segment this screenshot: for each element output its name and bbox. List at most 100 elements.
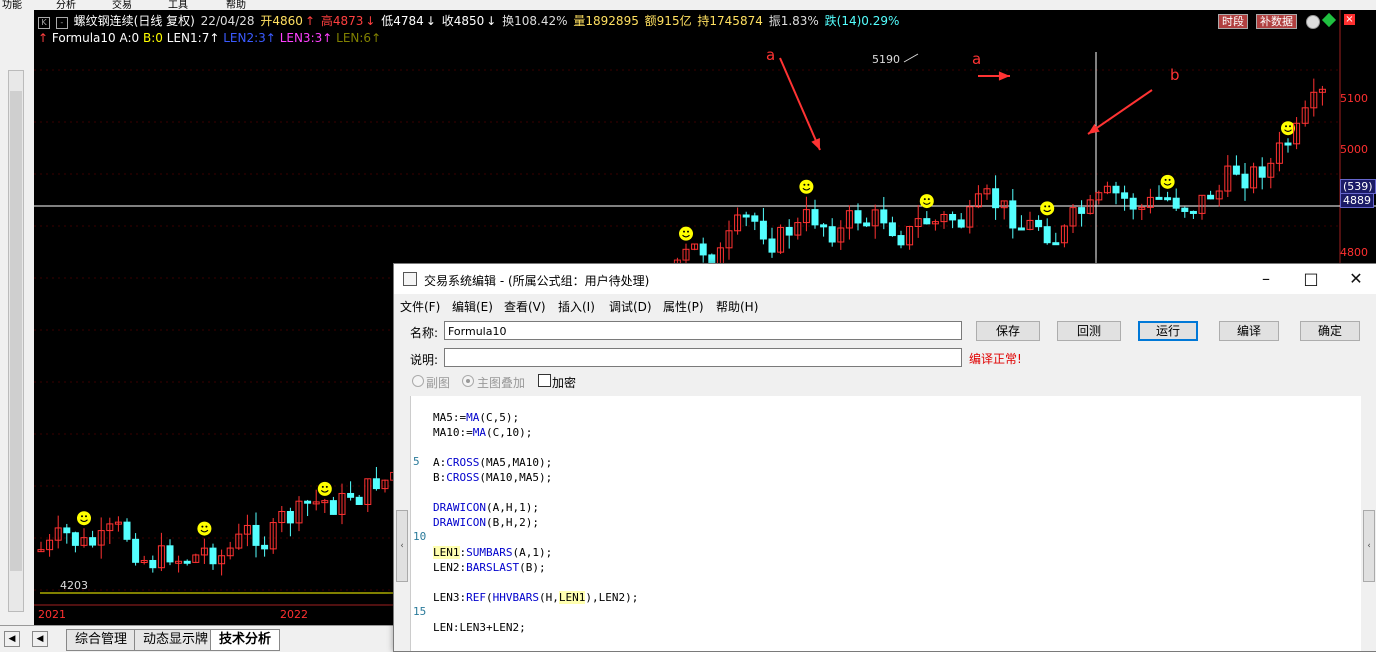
menu-properties[interactable]: 属性(P) — [663, 298, 704, 315]
run-button[interactable]: 运行 — [1138, 321, 1198, 341]
minimize-icon[interactable]: – — [1246, 266, 1286, 292]
tab-general-management[interactable]: 综合管理 — [66, 629, 137, 651]
left-panel — [0, 10, 35, 625]
smiley-eye — [807, 183, 810, 186]
smiley-eye — [1044, 205, 1047, 208]
up-arrow-icon: ↑ — [209, 31, 220, 45]
formula-arrow-icon: ↑ — [38, 31, 49, 45]
maximize-icon[interactable]: □ — [1291, 266, 1331, 292]
description-input[interactable] — [444, 348, 962, 367]
smiley-eye — [81, 515, 83, 518]
candle-body — [1164, 197, 1172, 201]
price-label-5000: 5000 — [1340, 143, 1368, 156]
encrypt-label: 加密 — [552, 376, 577, 390]
candle-body — [304, 500, 312, 504]
quote-change: 跌(14)0.29% — [824, 14, 900, 28]
smiley-eye — [1289, 125, 1291, 128]
candle-body — [372, 478, 380, 490]
minus-icon[interactable]: - — [55, 17, 68, 29]
peak-leader-line — [903, 53, 919, 63]
candle-body — [63, 527, 71, 534]
menu-help[interactable]: 帮助(H) — [716, 298, 758, 315]
menu-item-trade[interactable]: 交易 — [112, 0, 132, 10]
k-icon[interactable]: K — [38, 17, 50, 29]
candle-body — [828, 226, 836, 243]
ok-button[interactable]: 确定 — [1300, 321, 1360, 341]
smiley-eye — [205, 525, 208, 528]
candle-body — [854, 210, 862, 224]
menu-item-tools[interactable]: 工具 — [168, 0, 188, 10]
smiley-eye — [683, 230, 685, 233]
app-icon — [403, 272, 417, 286]
candle-body — [785, 226, 793, 236]
candle-body — [347, 492, 355, 498]
window-title-bar[interactable]: 交易系统编辑 - (所属公式组：用户待处理) – □ ✕ — [394, 264, 1376, 294]
smiley-eye — [803, 183, 806, 186]
menu-item-help[interactable]: 帮助 — [226, 0, 246, 10]
encrypt-checkbox[interactable] — [538, 374, 551, 387]
compile-status: 编译正常! — [969, 352, 1022, 366]
code-line: LEN2:BARSLAST(B); — [433, 561, 546, 574]
close-icon[interactable]: ✕ — [1336, 266, 1376, 292]
quote-amount: 额915亿 — [644, 14, 692, 28]
settings-icon[interactable] — [1306, 15, 1320, 29]
line-number-gutter: 5 10 15 — [411, 396, 431, 651]
menu-insert[interactable]: 插入(I) — [558, 298, 595, 315]
candle-body — [261, 544, 269, 550]
candle-body — [355, 496, 363, 505]
candle-body — [166, 545, 174, 563]
smiley-eye — [687, 230, 689, 233]
close-icon[interactable]: × — [1344, 14, 1355, 25]
compile-button[interactable]: 编译 — [1219, 321, 1279, 341]
save-button[interactable]: 保存 — [976, 321, 1040, 341]
main-overlay-radio[interactable] — [462, 375, 474, 387]
line-number-15: 15 — [413, 605, 427, 618]
menu-item-function[interactable]: 功能 — [2, 0, 22, 10]
candle-body — [1181, 207, 1189, 212]
name-input[interactable]: Formula10 — [444, 321, 962, 340]
period-button[interactable]: 时段 — [1218, 14, 1248, 29]
menu-file[interactable]: 文件(F) — [400, 298, 440, 315]
low-price-label: 4203 — [60, 579, 88, 592]
smiley-signal-icon — [317, 481, 332, 496]
editor-menu-bar: 文件(F) 编辑(E) 查看(V) 插入(I) 调试(D) 属性(P) 帮助(H… — [394, 294, 1376, 316]
quote-amplitude: 振1.83% — [768, 14, 819, 28]
quote-hold: 持1745874 — [697, 14, 763, 28]
sub-chart-label: 副图 — [426, 376, 451, 390]
smiley-signal-icon — [679, 226, 693, 241]
crosshair-count-tag: (539) — [1340, 179, 1376, 194]
code-line: LEN1:SUMBARS(A,1); — [433, 546, 553, 559]
smiley-eye — [325, 485, 328, 488]
quote-header: K - 螺纹钢连续(日线 复权) 22/04/28 开4860 ↑ 高4873 ↓ … — [34, 12, 901, 30]
menu-edit[interactable]: 编辑(E) — [452, 298, 493, 315]
candle-body — [1258, 166, 1266, 178]
sub-chart-radio[interactable] — [412, 375, 424, 387]
menu-view[interactable]: 查看(V) — [504, 298, 546, 315]
tab-scroll-right-icon[interactable]: ◀ — [32, 631, 48, 647]
formula-source-code[interactable]: MA5:=MA(C,5); MA10:=MA(C,10); A:CROSS(MA5… — [433, 410, 638, 635]
annotation-a-1: a — [766, 46, 776, 64]
scrollbar-thumb[interactable] — [10, 91, 22, 571]
left-scrollbar[interactable] — [8, 70, 24, 612]
smiley-signal-icon — [1160, 174, 1175, 189]
tab-technical-analysis[interactable]: 技术分析 — [210, 629, 281, 651]
smiley-signal-icon — [919, 194, 934, 209]
menu-item-analysis[interactable]: 分析 — [56, 0, 76, 10]
tab-dynamic-display[interactable]: 动态显示牌 — [134, 629, 218, 651]
annotation-arrow-a2-head — [998, 71, 1010, 81]
instrument-title: 螺纹钢连续(日线 复权) — [73, 14, 195, 28]
formula-len3: LEN3:3 — [279, 31, 323, 45]
tab-scroll-left-icon[interactable]: ◀ — [4, 631, 20, 647]
code-editor[interactable]: 5 10 15 MA5:=MA(C,5); MA10:=MA(C,10); A:C… — [410, 396, 1361, 651]
menu-debug[interactable]: 调试(D) — [609, 298, 652, 315]
candle-body — [1155, 196, 1163, 200]
formula-name: Formula10 — [51, 31, 116, 45]
name-label: 名称: — [410, 326, 439, 340]
main-overlay-label: 主图叠加 — [477, 376, 526, 390]
supplement-data-button[interactable]: 补数据 — [1256, 14, 1297, 29]
backtest-button[interactable]: 回测 — [1057, 321, 1121, 341]
left-collapse-handle[interactable]: ‹ — [396, 510, 408, 582]
right-collapse-handle[interactable]: ‹ — [1363, 510, 1375, 582]
